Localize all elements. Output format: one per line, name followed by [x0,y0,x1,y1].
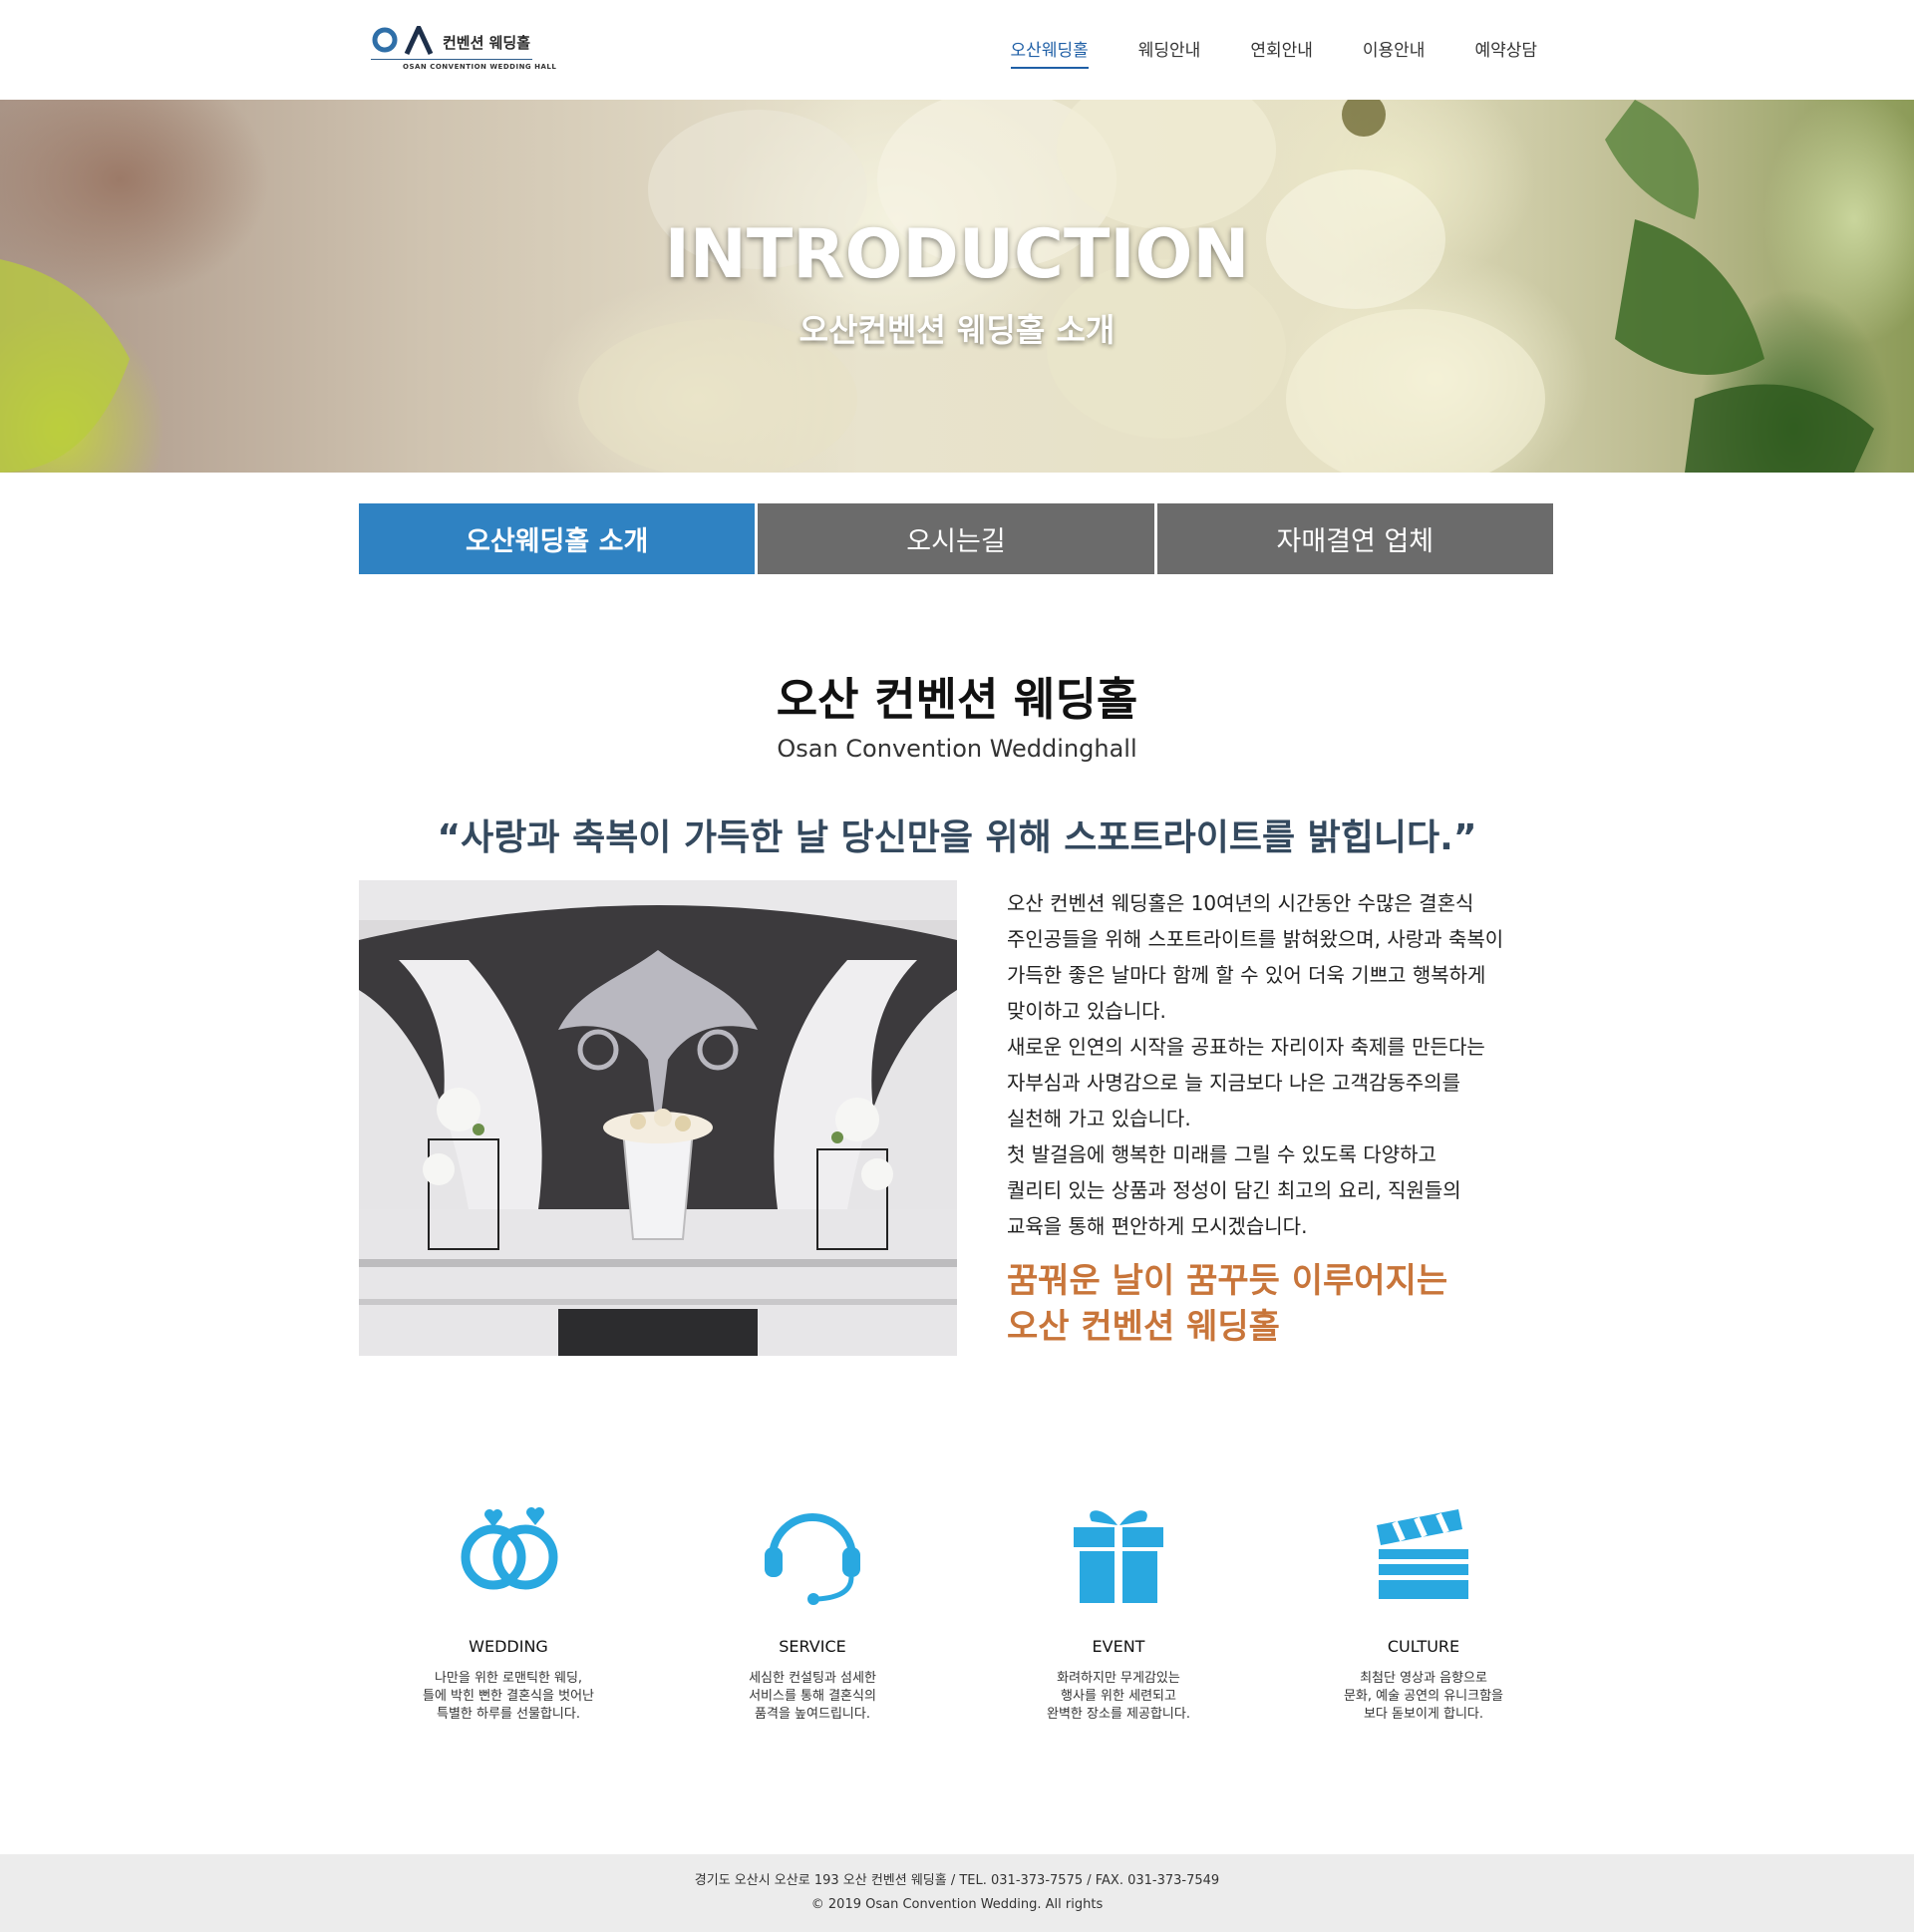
feature-title: SERVICE [779,1637,846,1656]
feature-culture: CULTURE 최첨단 영상과 음향으로 문화, 예술 공연의 유니크함을 보다… [1274,1495,1573,1724]
feature-description-line: 나만을 위한 로맨틱한 웨딩, [434,1671,583,1686]
feature-description-line: 품격을 높여드립니다. [755,1707,870,1722]
wedding-rings-icon [461,1507,558,1590]
description-line: 퀄리티 있는 상품과 정성이 담긴 최고의 요리, 직원들의 [1007,1178,1461,1202]
nav-item-banquet-info[interactable]: 연회안내 [1250,36,1313,69]
feature-description-line: 완벽한 장소를 제공합니다. [1047,1707,1190,1722]
feature-description-line: 특별한 하루를 선물합니다. [437,1707,580,1722]
hero-title: INTRODUCTION [664,215,1250,294]
nav-item-wedding-info[interactable]: 웨딩안내 [1138,36,1201,69]
site-footer: 경기도 오산시 오산로 193 오산 컨벤션 웨딩홀 / TEL. 031-37… [0,1854,1914,1932]
clapperboard-icon [1377,1509,1468,1599]
feature-wedding: WEDDING 나만을 위한 로맨틱한 웨딩, 틀에 박힌 뻔한 결혼식을 벗어… [359,1495,658,1724]
description-line: 실천해 가고 있습니다. [1007,1107,1191,1130]
feature-description-line: 화려하지만 무게감있는 [1057,1671,1180,1686]
logo-mark-icon [372,26,434,56]
feature-description: 세심한 컨설팅과 섬세한 서비스를 통해 결혼식의 품격을 높여드립니다. [663,1670,962,1724]
sub-tabs: 오산웨딩홀 소개 오시는길 자매결연 업체 [359,503,1553,574]
headset-icon [765,1513,860,1605]
feature-service: SERVICE 세심한 컨설팅과 섬세한 서비스를 통해 결혼식의 품격을 높여… [663,1495,962,1724]
feature-description: 최첨단 영상과 음향으로 문화, 예술 공연의 유니크함을 보다 돋보이게 합니… [1274,1670,1573,1724]
feature-description-line: 틀에 박힌 뻔한 결혼식을 벗어난 [422,1689,594,1704]
gift-icon [1074,1510,1163,1603]
description-line: 새로운 인연의 시작을 공표하는 자리이자 축제를 만든다는 [1007,1035,1485,1059]
page-subtitle: Osan Convention Weddinghall [777,735,1137,763]
intro-quote: “사랑과 축복이 가득한 날 당신만을 위해 스포트라이트를 밝힙니다.” [437,817,1477,858]
stage-illustration [359,880,957,1356]
feature-description-line: 세심한 컨설팅과 섬세한 [749,1671,876,1686]
logo-divider [371,59,532,60]
feature-description-line: 최첨단 영상과 음향으로 [1360,1671,1487,1686]
logo-english-text: OSAN CONVENTION WEDDING HALL [403,63,557,71]
nav-item-usage-info[interactable]: 이용안내 [1363,36,1426,69]
feature-title: WEDDING [469,1637,548,1656]
nav-item-reservation[interactable]: 예약상담 [1474,36,1537,69]
description-line: 맞이하고 있습니다. [1007,999,1166,1023]
nav-item-osan-wedding-hall[interactable]: 오산웨딩홀 [1010,36,1089,69]
footer-address: 경기도 오산시 오산로 193 오산 컨벤션 웨딩홀 / TEL. 031-37… [694,1873,1220,1888]
logo-korean-text: 컨벤션 웨딩홀 [443,34,531,52]
feature-event: EVENT 화려하지만 무게감있는 행사를 위한 세련되고 완벽한 장소를 제공… [969,1495,1268,1724]
wedding-stage-photo [359,880,957,1356]
description-line: 교육을 통해 편안하게 모시겠습니다. [1007,1214,1308,1238]
site-logo[interactable]: 컨벤션 웨딩홀 OSAN CONVENTION WEDDING HALL [371,22,556,78]
site-header: 컨벤션 웨딩홀 OSAN CONVENTION WEDDING HALL 오산웨… [0,0,1914,100]
feature-description-line: 문화, 예술 공연의 유니크함을 [1343,1689,1504,1704]
description-line: 첫 발걸음에 행복한 미래를 그릴 수 있도록 다양하고 [1007,1142,1436,1166]
footer-copyright: © 2019 Osan Convention Wedding. All righ… [810,1897,1104,1912]
tab-directions[interactable]: 오시는길 [758,503,1154,574]
feature-title: CULTURE [1387,1637,1460,1656]
feature-description: 화려하지만 무게감있는 행사를 위한 세련되고 완벽한 장소를 제공합니다. [969,1670,1268,1724]
slogan-line: 꿈꿔운 날이 꿈꾸듯 이루어지는 [1007,1261,1448,1301]
feature-description: 나만을 위한 로맨틱한 웨딩, 틀에 박힌 뻔한 결혼식을 벗어난 특별한 하루… [359,1670,658,1724]
hero-banner: INTRODUCTION 오산컨벤션 웨딩홀 소개 [0,100,1914,473]
feature-description-line: 행사를 위한 세련되고 [1061,1689,1176,1704]
tab-partner-companies[interactable]: 자매결연 업체 [1156,503,1553,574]
page-title: 오산 컨벤션 웨딩홀 [776,673,1138,726]
slogan: 꿈꿔운 날이 꿈꾸듯 이루어지는 오산 컨벤션 웨딩홀 [1007,1258,1565,1350]
description-line: 가득한 좋은 날마다 함께 할 수 있어 더욱 기쁘고 행복하게 [1007,963,1486,987]
hero-subtitle: 오산컨벤션 웨딩홀 소개 [798,311,1116,349]
feature-description-line: 서비스를 통해 결혼식의 [749,1689,876,1704]
description-line: 주인공들을 위해 스포트라이트를 밝혀왔으며, 사랑과 축복이 [1007,927,1504,951]
description-line: 자부심과 사명감으로 늘 지금보다 나은 고객감동주의를 [1007,1071,1460,1095]
main-nav: 오산웨딩홀 웨딩안내 연회안내 이용안내 예약상담 [1010,36,1537,69]
intro-description: 오산 컨벤션 웨딩홀은 10여년의 시간동안 수많은 결혼식 주인공들을 위해 … [1007,885,1565,1244]
feature-description-line: 보다 돋보이게 합니다. [1363,1707,1484,1722]
feature-list: WEDDING 나만을 위한 로맨틱한 웨딩, 틀에 박힌 뻔한 결혼식을 벗어… [359,1495,1553,1735]
description-line: 오산 컨벤션 웨딩홀은 10여년의 시간동안 수많은 결혼식 [1007,891,1474,915]
feature-title: EVENT [1092,1637,1145,1656]
slogan-line: 오산 컨벤션 웨딩홀 [1007,1307,1280,1347]
tab-introduction[interactable]: 오산웨딩홀 소개 [359,503,756,574]
